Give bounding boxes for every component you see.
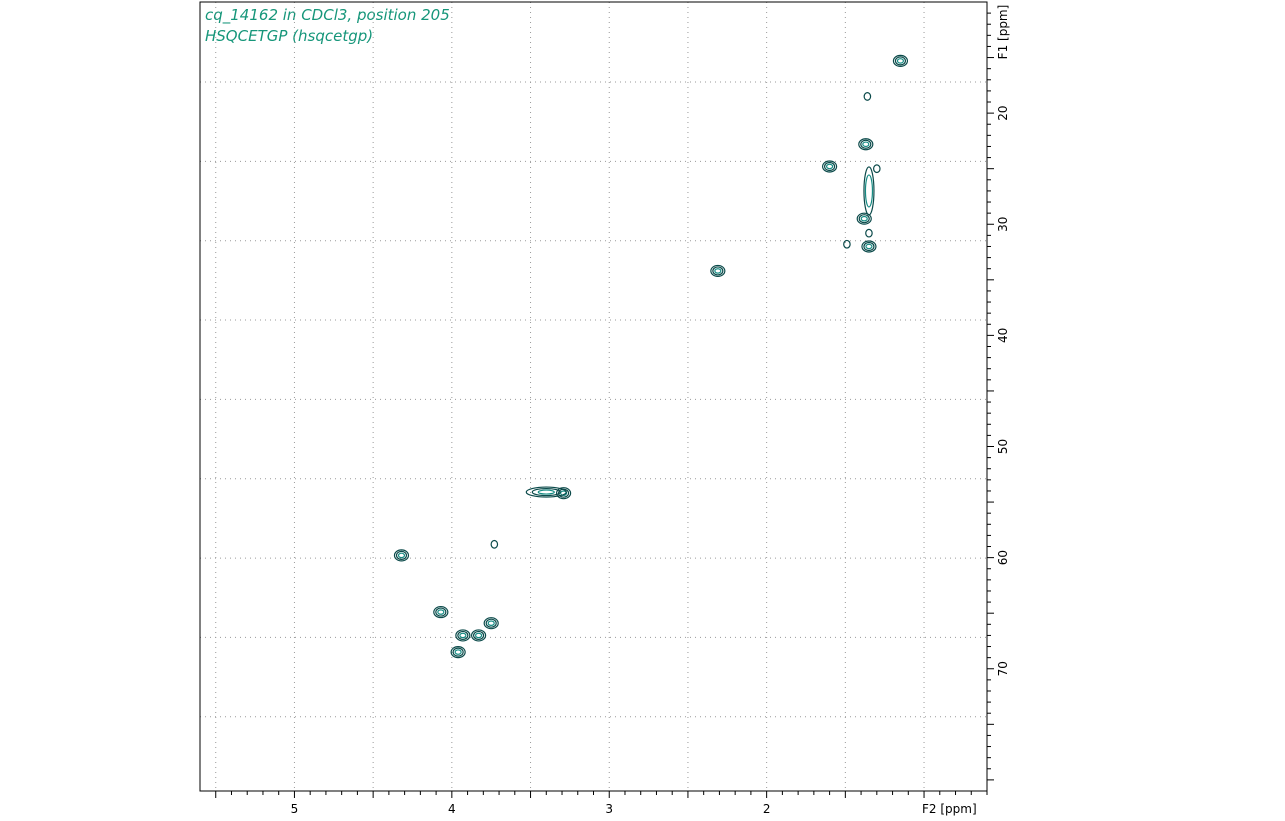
- cross-peak: [861, 240, 877, 253]
- x-tick-label: 3: [605, 802, 613, 816]
- contour-ring: [474, 632, 483, 639]
- cross-peak: [455, 629, 471, 642]
- y-tick-label: 60: [996, 550, 1010, 565]
- cross-peak: [863, 166, 875, 216]
- cross-peak: [843, 239, 851, 249]
- cross-peak: [525, 486, 567, 498]
- contour-ring: [459, 632, 467, 639]
- contour-ring: [863, 92, 872, 101]
- cross-peak: [873, 164, 881, 174]
- y-tick-label: 20: [996, 105, 1010, 120]
- contour-ring: [873, 164, 881, 174]
- cross-peak: [490, 539, 499, 549]
- f2-axis: 5 4 3 2 F2 [ppm]: [215, 791, 988, 816]
- cross-peak: [483, 617, 499, 630]
- cross-peak: [856, 212, 872, 225]
- contour-ring: [825, 163, 834, 170]
- x-tick-label: 5: [291, 802, 299, 816]
- contour-ring: [843, 239, 851, 249]
- y-tick-label: 40: [996, 328, 1010, 343]
- contour-ring: [860, 215, 868, 222]
- grid-lines: [200, 2, 987, 791]
- cross-peak: [865, 228, 873, 238]
- cross-peaks: [393, 54, 909, 659]
- contour-ring: [864, 174, 874, 208]
- y-tick-label: 70: [996, 661, 1010, 676]
- cross-peak: [433, 605, 449, 619]
- contour-ring: [437, 609, 445, 615]
- contour-ring: [865, 243, 873, 250]
- contour-ring: [714, 268, 722, 274]
- contour-ring: [865, 228, 873, 238]
- hsqc-spectrum-plot: 5 4 3 2 F2 [ppm] 20 30 40 50 60 70 F1 [ppm]: [199, 1, 1010, 816]
- contour-ring: [454, 649, 462, 655]
- x-axis-title: F2 [ppm]: [922, 802, 977, 816]
- cross-peak: [863, 92, 872, 101]
- x-tick-label: 4: [448, 802, 456, 816]
- cross-peak: [710, 264, 726, 278]
- x-tick-label: 2: [763, 802, 771, 816]
- y-axis-title: F1 [ppm]: [996, 5, 1010, 60]
- f1-axis: 20 30 40 50 60 70 F1 [ppm]: [987, 5, 1010, 781]
- cross-peak: [450, 645, 466, 659]
- cross-peak: [821, 160, 838, 173]
- cross-peak: [892, 54, 909, 67]
- contour-ring: [487, 620, 495, 626]
- contour-ring: [896, 58, 905, 64]
- cross-peak: [470, 629, 487, 642]
- contour-ring: [862, 141, 870, 148]
- cross-peak: [393, 549, 410, 562]
- y-tick-label: 50: [996, 439, 1010, 454]
- contour-ring: [490, 539, 499, 549]
- y-tick-label: 30: [996, 217, 1010, 232]
- cross-peak: [858, 138, 874, 151]
- contour-ring: [397, 552, 406, 559]
- contour-ring: [537, 489, 555, 495]
- plot-frame: [199, 1, 988, 792]
